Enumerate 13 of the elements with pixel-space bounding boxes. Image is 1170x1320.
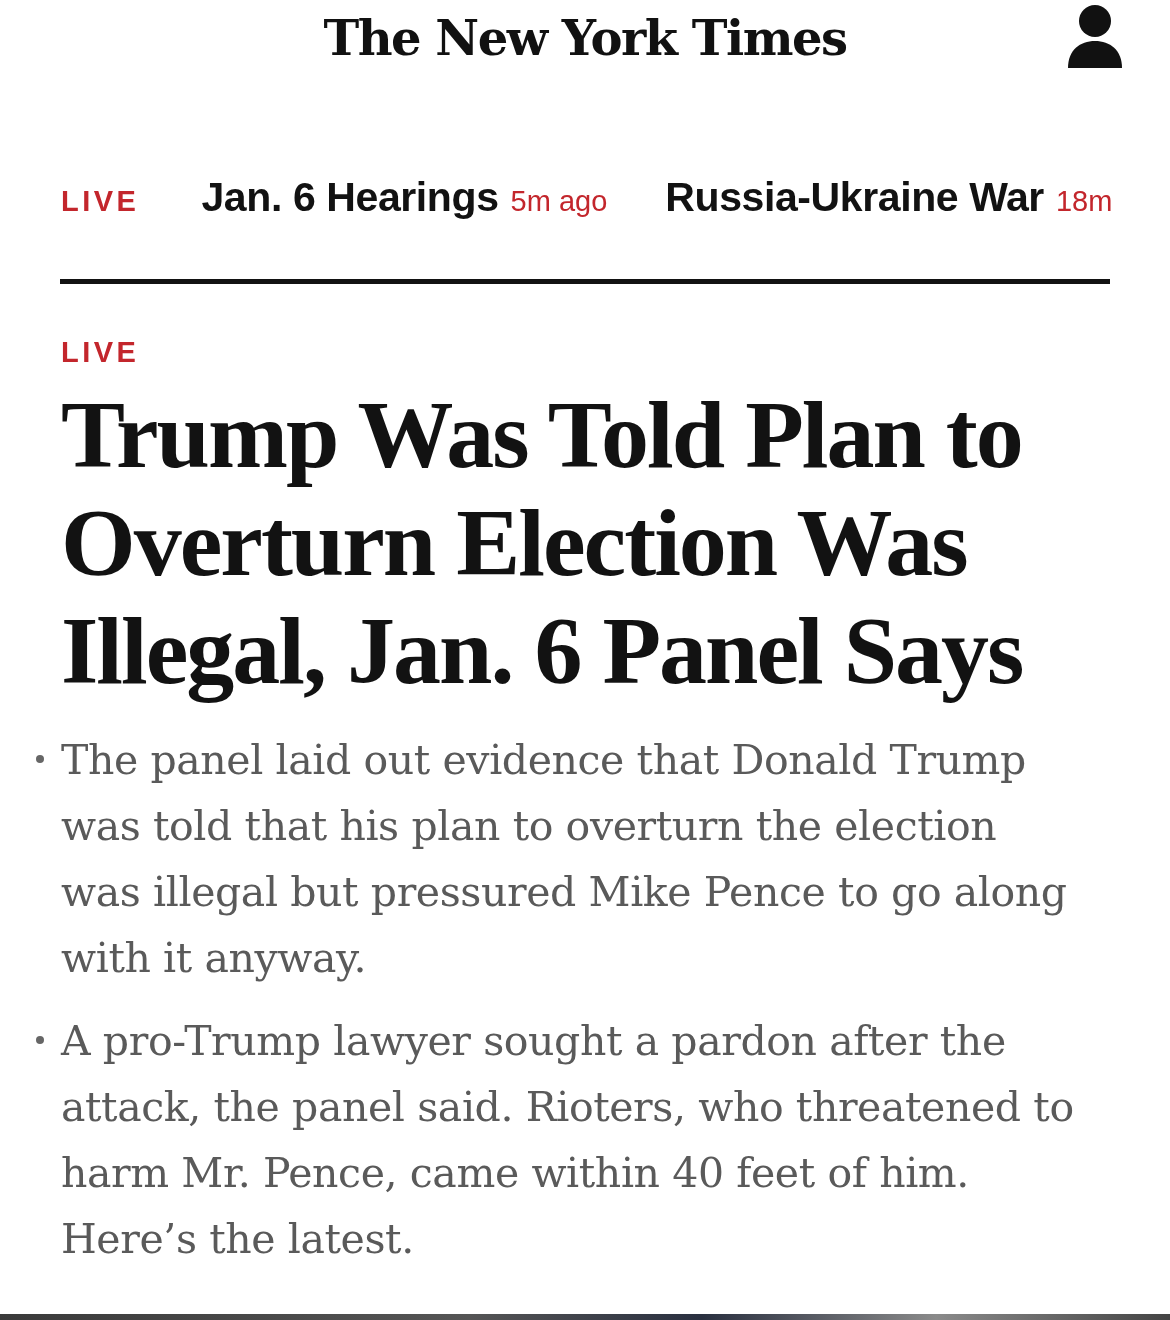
nav-link[interactable]: Russia-Ukraine War: [665, 174, 1044, 221]
nav-link[interactable]: Jan. 6 Hearings: [201, 174, 499, 221]
masthead-logo[interactable]: The New York Times: [323, 10, 847, 66]
summary-text: A pro-Trump lawyer sought a pardon after the attack, the panel said. Rioters, who threatened to harm Mr. Pence, came within 40 feet of him. Here’s the latest.: [61, 1016, 1075, 1265]
bullet-icon: [36, 755, 44, 763]
summary-text: The panel laid out evidence that Donald Trump was told that his plan to overturn the election was illegal but pressured Mike Pence to go along with it anyway.: [61, 735, 1068, 984]
account-icon[interactable]: [1068, 5, 1122, 68]
timestamp: 18m: [1055, 185, 1113, 218]
live-label: LIVE: [61, 336, 140, 369]
live-label: LIVE: [61, 185, 140, 218]
headline[interactable]: Trump Was Told Plan to Overturn Election Was Illegal, Jan. 6 Panel Says: [61, 381, 1071, 705]
bullet-icon: [36, 1036, 44, 1044]
timestamp: 5m ago: [510, 185, 608, 218]
